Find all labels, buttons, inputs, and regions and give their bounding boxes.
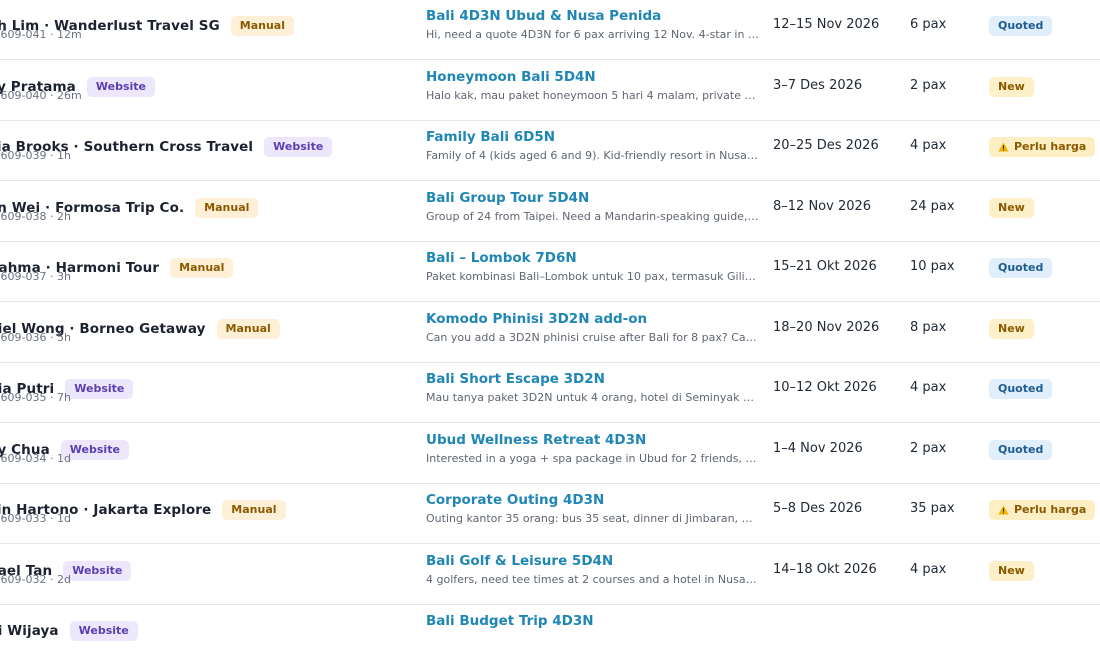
status-badge: Quoted — [989, 16, 1053, 36]
status-badge: New — [989, 76, 1034, 97]
client-line: di Wijaya Website — [0, 620, 138, 642]
table-row[interactable]: ily ChuaWebsite–2609-034 · 1dUbud Wellne… — [0, 424, 1100, 484]
source-badge: Manual — [170, 258, 234, 278]
source-badge: Website — [60, 439, 129, 460]
travel-dates: 20–25 Des 2026 — [773, 138, 879, 153]
status-label: New — [998, 563, 1025, 577]
travel-dates: 5–8 Des 2026 — [773, 501, 863, 516]
message-snippet: Interested in a yoga + spa package in Ub… — [426, 451, 759, 465]
source-badge: Website — [65, 379, 134, 399]
status-label: New — [998, 321, 1025, 335]
pax-count: 35 pax — [910, 501, 955, 516]
travel-dates: 14–18 Okt 2026 — [773, 561, 877, 577]
travel-dates: 3–7 Des 2026 — [773, 77, 863, 93]
status-label: Perlu harga — [1014, 503, 1087, 516]
status-label: Perlu harga — [1014, 140, 1087, 153]
client-name: di Wijaya — [0, 623, 59, 639]
message-snippet: 4 golfers, need tee times at 2 courses a… — [426, 572, 759, 586]
status-label: New — [998, 200, 1025, 214]
travel-dates: 10–12 Okt 2026 — [773, 380, 877, 395]
package-title-link[interactable]: Bali 4D3N Ubud & Nusa Penida — [426, 8, 661, 24]
message-snippet: Mau tanya paket 3D2N untuk 4 orang, hote… — [426, 391, 759, 404]
source-badge: Manual — [222, 500, 286, 520]
travel-dates: 1–4 Nov 2026 — [773, 440, 863, 456]
inquiry-meta: –2609-038 · 2h — [0, 209, 71, 223]
message-snippet: Can you add a 3D2N phinisi cruise after … — [426, 330, 759, 344]
package-title-link[interactable]: Family Bali 6D5N — [426, 129, 555, 145]
package-title-link[interactable]: Ubud Wellness Retreat 4D3N — [426, 432, 646, 448]
travel-dates: 12–15 Nov 2026 — [773, 17, 880, 32]
pax-count: 4 pax — [910, 561, 947, 577]
table-row[interactable]: niel Wong · Borneo GetawayManual–2609-03… — [0, 303, 1100, 363]
pax-count: 4 pax — [910, 138, 947, 153]
pax-count: 2 pax — [910, 440, 947, 456]
status-label: Quoted — [998, 19, 1044, 32]
package-title-link[interactable]: Bali Short Escape 3D2N — [426, 371, 605, 387]
table-row[interactable]: ky PratamaWebsite–2609-040 · 26mHoneymoo… — [0, 61, 1100, 121]
source-badge: Manual — [216, 318, 280, 339]
inquiry-meta: –2609-041 · 12m — [0, 28, 82, 41]
inquiry-meta: –2609-037 · 3h — [0, 270, 71, 283]
source-badge: Manual — [230, 16, 294, 36]
status-badge: New — [989, 318, 1034, 339]
pax-count: 6 pax — [910, 17, 947, 32]
status-label: Quoted — [998, 261, 1044, 274]
inquiry-meta: –2609-035 · 7h — [0, 391, 71, 404]
table-row[interactable]: via Brooks · Southern Cross Travel Websit… — [0, 121, 1100, 181]
status-badge: Perlu harga — [989, 137, 1096, 157]
status-badge: Quoted — [989, 258, 1053, 278]
message-snippet: Paket kombinasi Bali–Lombok untuk 10 pax… — [426, 270, 759, 283]
message-snippet: Family of 4 (kids aged 6 and 9). Kid-fri… — [426, 149, 759, 162]
inquiry-meta: –2609-033 · 1d — [0, 512, 71, 525]
message-snippet: Outing kantor 35 orang: bus 35 seat, din… — [426, 512, 759, 525]
pax-count: 10 pax — [910, 259, 955, 274]
inquiry-meta: –2609-040 · 26m — [0, 88, 82, 102]
warning-icon — [998, 142, 1009, 152]
table-row[interactable]: vin Hartono · Jakarta ExploreManual–2609… — [0, 484, 1100, 544]
message-snippet: Group of 24 from Taipei. Need a Mandarin… — [426, 209, 759, 223]
pax-count: 24 pax — [910, 198, 955, 214]
table-row[interactable]: dia PutriWebsite–2609-035 · 7hBali Short… — [0, 363, 1100, 423]
status-label: New — [998, 79, 1025, 93]
inquiry-meta: –2609-039 · 1h — [0, 149, 71, 162]
status-label: Quoted — [998, 442, 1044, 456]
package-title-link[interactable]: Honeymoon Bali 5D4N — [426, 69, 596, 85]
status-badge: Quoted — [989, 439, 1053, 460]
source-badge: Website — [69, 621, 138, 641]
status-label: Quoted — [998, 382, 1044, 395]
status-badge: New — [989, 197, 1034, 218]
table-row[interactable]: Rahma · Harmoni TourManual–2609-037 · 3h… — [0, 242, 1100, 302]
package-title-link[interactable]: Komodo Phinisi 3D2N add-on — [426, 311, 647, 327]
package-title-link[interactable]: Bali Golf & Leisure 5D4N — [426, 553, 613, 569]
message-snippet: Hi, need a quote 4D3N for 6 pax arriving… — [426, 28, 759, 41]
source-badge: Website — [63, 560, 132, 581]
status-badge: New — [989, 560, 1034, 581]
source-badge: Manual — [195, 197, 259, 218]
table-row[interactable]: ah Lim · Wanderlust Travel SGManual–2609… — [0, 0, 1100, 60]
source-badge: Website — [86, 76, 156, 97]
table-row[interactable]: en Wei · Formosa Trip Co.Manual–2609-038… — [0, 182, 1100, 242]
table-row[interactable]: hael TanWebsite–2609-032 · 2dBali Golf &… — [0, 545, 1100, 605]
package-title-link[interactable]: Corporate Outing 4D3N — [426, 492, 604, 508]
source-badge: Website — [264, 137, 333, 157]
pax-count: 2 pax — [910, 77, 947, 93]
status-badge: Perlu harga — [989, 500, 1096, 520]
table-row[interactable]: di WijayaWebsiteBali Budget Trip 4D3N — [0, 605, 1100, 665]
inquiry-meta: –2609-034 · 1d — [0, 451, 71, 465]
travel-dates: 15–21 Okt 2026 — [773, 259, 877, 274]
inquiry-meta: –2609-036 · 5h — [0, 330, 71, 344]
inquiry-meta: –2609-032 · 2d — [0, 572, 71, 586]
warning-icon — [998, 505, 1009, 515]
travel-dates: 18–20 Nov 2026 — [773, 319, 880, 335]
package-title-link[interactable]: Bali Group Tour 5D4N — [426, 190, 589, 206]
travel-dates: 8–12 Nov 2026 — [773, 198, 872, 214]
status-badge: Quoted — [989, 379, 1053, 399]
message-snippet: Halo kak, mau paket honeymoon 5 hari 4 m… — [426, 88, 759, 102]
pax-count: 4 pax — [910, 380, 947, 395]
package-title-link[interactable]: Bali – Lombok 7D6N — [426, 250, 577, 266]
pax-count: 8 pax — [910, 319, 947, 335]
